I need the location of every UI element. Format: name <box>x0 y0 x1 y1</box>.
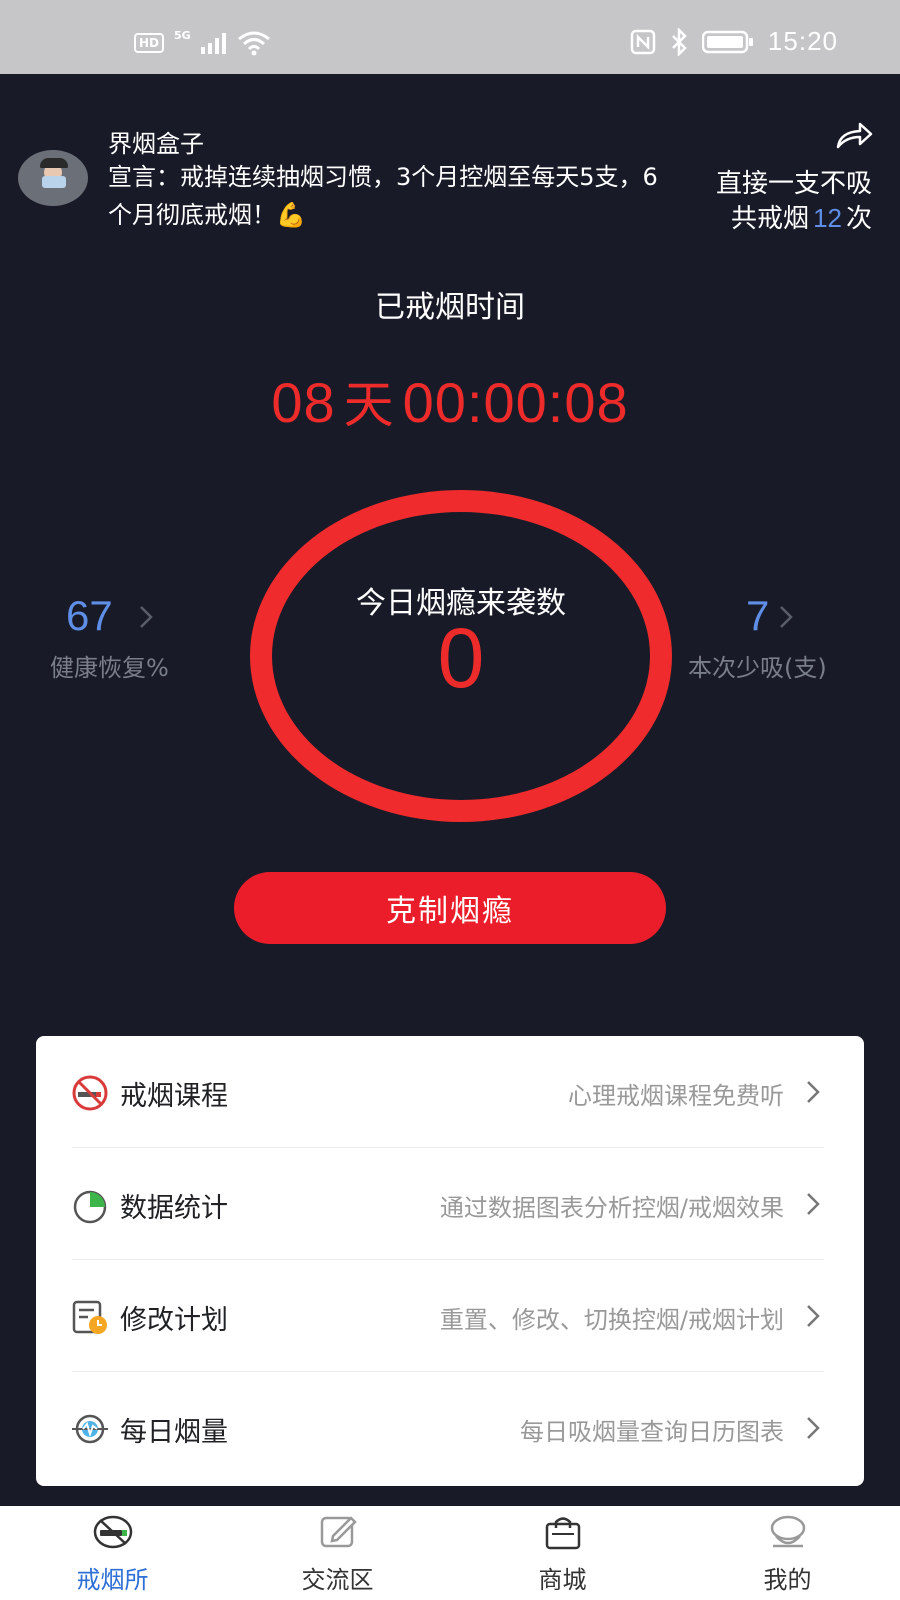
menu-item-desc: 重置、修改、切换控烟/戒烟计划 <box>439 1306 784 1334</box>
menu-item-daily-amount[interactable]: 每日烟量 每日吸烟量查询日历图表 <box>36 1372 864 1484</box>
avatar-hair <box>40 158 68 168</box>
status-bar: HD 5G 15:20 <box>0 0 900 74</box>
avatar[interactable] <box>18 150 88 206</box>
craving-count: 0 <box>437 611 485 705</box>
share-icon[interactable] <box>834 120 874 150</box>
chevron-right-icon <box>807 1193 820 1215</box>
tab-quit-smoking[interactable]: 戒烟所 <box>0 1506 225 1600</box>
wifi-icon <box>237 31 270 56</box>
tab-label: 我的 <box>763 1566 812 1594</box>
clock-time: 15:20 <box>767 26 838 56</box>
health-label: 健康恢复% <box>50 654 169 682</box>
username: 界烟盒子 <box>108 130 204 158</box>
nfc-icon <box>630 29 656 54</box>
tab-shop[interactable]: 商城 <box>450 1506 675 1600</box>
status-bar-right: 15:20 <box>630 26 838 57</box>
total-quit-count: 12 <box>813 203 842 233</box>
health-value: 67 <box>66 592 113 639</box>
menu-item-statistics[interactable]: 数据统计 通过数据图表分析控烟/戒烟效果 <box>36 1148 864 1260</box>
timer-days: 08 <box>271 371 336 434</box>
profile-icon <box>770 1515 806 1548</box>
less-smoked-label: 本次少吸(支) <box>688 654 827 682</box>
shopping-bag-icon <box>545 1517 581 1550</box>
menu-item-course[interactable]: 戒烟课程 心理戒烟课程免费听 <box>36 1036 864 1148</box>
chevron-right-icon <box>140 606 153 628</box>
signal-label: 5G <box>174 28 191 42</box>
menu-item-desc: 通过数据图表分析控烟/戒烟效果 <box>439 1194 784 1222</box>
avatar-mask <box>42 176 66 188</box>
less-smoked-value: 7 <box>746 592 770 639</box>
tab-label: 交流区 <box>301 1566 374 1594</box>
signal-icon <box>200 33 226 54</box>
target-pulse-icon <box>72 1414 108 1444</box>
bluetooth-icon <box>672 27 687 56</box>
menu-item-title: 每日烟量 <box>120 1417 228 1448</box>
bottom-tab-bar: 戒烟所 交流区 商城 我的 <box>0 1506 900 1600</box>
total-quit-suffix: 次 <box>845 204 872 234</box>
no-smoking-icon <box>72 1075 108 1111</box>
chevron-right-icon <box>807 1305 820 1327</box>
declaration-text: 宣言：戒掉连续抽烟习惯，3个月控烟至每天5支，6个月彻底戒烟！💪 <box>108 163 658 229</box>
total-quit-summary: 共戒烟 12 次 <box>731 198 872 235</box>
menu-item-title: 数据统计 <box>120 1193 228 1224</box>
no-smoke-label: 直接一支不吸 <box>715 169 872 199</box>
no-smoking-tab-icon <box>93 1515 133 1549</box>
chevron-right-icon <box>780 606 793 628</box>
tab-label: 戒烟所 <box>76 1566 149 1594</box>
status-bar-left: HD 5G <box>134 28 271 56</box>
menu-item-title: 修改计划 <box>120 1305 228 1336</box>
menu-item-desc: 每日吸烟量查询日历图表 <box>520 1418 784 1446</box>
battery-icon <box>701 30 753 53</box>
menu-item-desc: 心理戒烟课程免费听 <box>568 1082 784 1110</box>
chevron-right-icon <box>807 1417 820 1439</box>
menu-item-plan[interactable]: 修改计划 重置、修改、切换控烟/戒烟计划 <box>36 1260 864 1372</box>
menu-item-title: 戒烟课程 <box>120 1081 228 1112</box>
quit-timer: 08 天 00:00:08 <box>0 365 900 437</box>
pie-chart-icon <box>73 1190 107 1224</box>
total-quit-prefix: 共戒烟 <box>731 204 810 234</box>
menu-card: 戒烟课程 心理戒烟课程免费听 数据统计 通过数据图表分析控烟/戒烟效果 修改计划… <box>36 1036 864 1486</box>
tab-label: 商城 <box>538 1566 587 1594</box>
hd-badge: HD <box>134 33 165 53</box>
quit-time-label: 已戒烟时间 <box>375 290 525 325</box>
plan-clock-icon <box>72 1300 107 1334</box>
tab-community[interactable]: 交流区 <box>225 1506 450 1600</box>
timer-days-unit: 天 <box>343 376 395 434</box>
control-craving-button[interactable]: 克制烟瘾 <box>234 872 666 944</box>
edit-icon <box>320 1516 357 1548</box>
timer-clock: 00:00:08 <box>402 371 629 434</box>
tab-profile[interactable]: 我的 <box>675 1506 900 1600</box>
chevron-right-icon <box>807 1081 820 1103</box>
